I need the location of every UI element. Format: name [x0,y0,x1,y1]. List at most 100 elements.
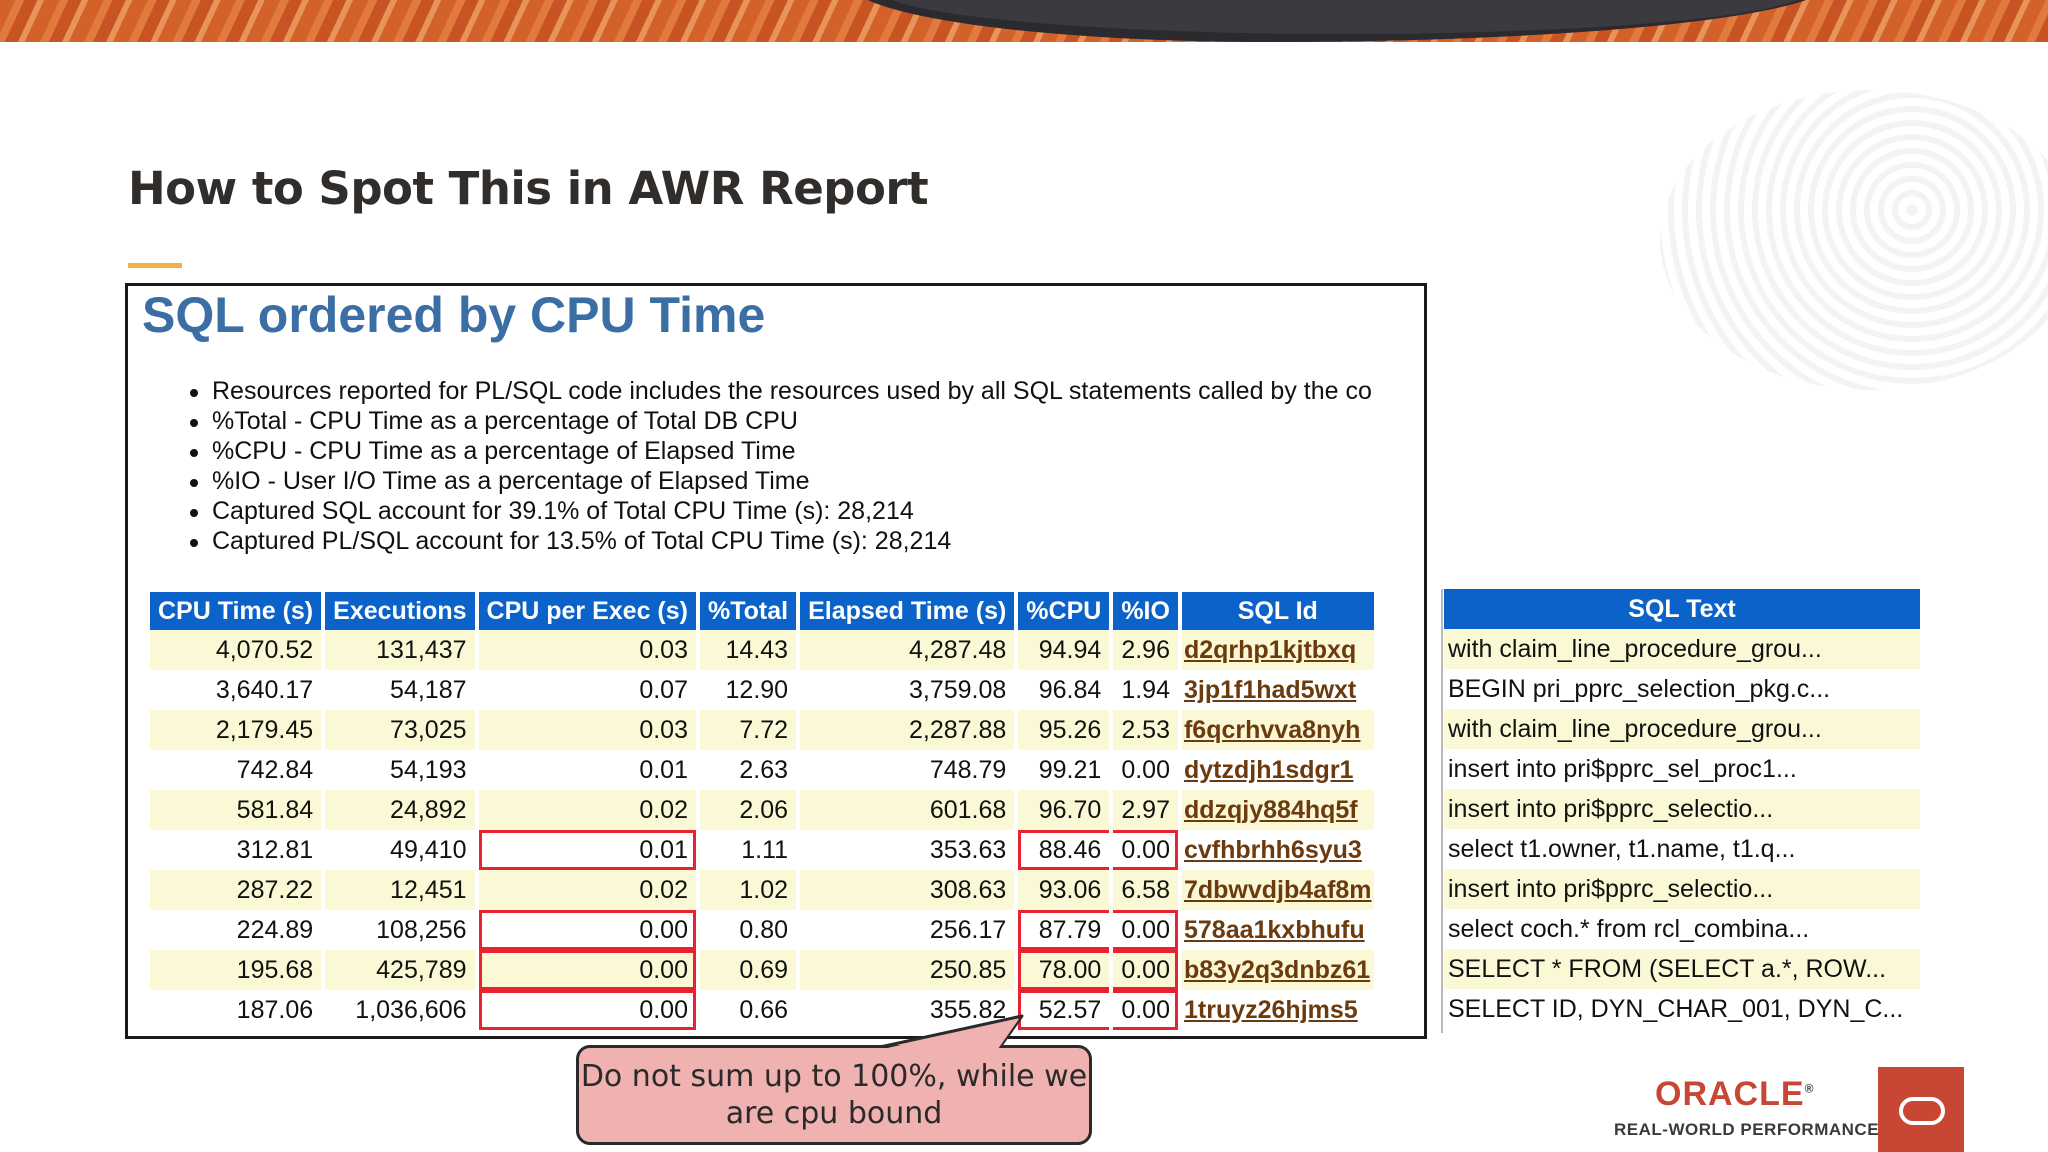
col-header-sql-text: SQL Text [1444,589,1920,629]
cell-cpu-time: 195.68 [150,950,322,990]
cell-sql-id: 3jp1f1had5wxt [1182,670,1374,710]
cell-sql-text: with claim_line_procedure_grou... [1444,709,1920,749]
sql-id-link[interactable]: f6qcrhvva8nyh [1184,716,1360,744]
cell-cpu-time: 581.84 [150,790,322,830]
cell-pct-total: 14.43 [699,630,797,670]
sql-id-link[interactable]: dytzdjh1sdgr1 [1184,756,1353,784]
cell-cpu-per-exec: 0.01 [478,830,696,870]
cell-cpu-time: 742.84 [236,755,314,784]
sql-text-table: SQL Text with claim_line_procedure_grou.… [1444,589,1920,1029]
sql-id-link[interactable]: d2qrhp1kjtbxq [1184,636,1356,664]
column-divider [1441,589,1443,1033]
cell-pct-total: 0.69 [699,950,797,990]
note-item: Captured PL/SQL account for 13.5% of Tot… [190,526,1372,556]
sql-id-link[interactable]: b83y2q3dnbz61 [1184,956,1370,984]
table-row: 4,070.52 131,437 0.03 14.43 4,287.48 94.94 2.9… [150,630,1374,670]
cell-cpu-time: 312.81 [236,835,314,864]
cell-sql-text: select coch.* from rcl_combina... [1448,914,1810,943]
cell-sql-text: with claim_line_procedure_grou... [1444,629,1920,669]
table-row: with claim_line_procedure_grou... [1444,709,1920,749]
cell-pct-io: 0.00 [1113,830,1178,870]
cell-elapsed-time: 748.79 [929,755,1007,784]
cell-executions: 12,451 [325,870,475,910]
cell-sql-text: insert into pri$pprc_selectio... [1444,789,1920,829]
sql-id-link[interactable]: 1truyz26hjms5 [1184,996,1358,1024]
cell-pct-cpu: 96.70 [1018,790,1110,830]
cell-pct-cpu: 87.79 [1018,910,1109,950]
col-header-elapsed-time: Elapsed Time (s) [800,592,1015,630]
table-row: 3,640.17 54,187 0.07 12.90 3,759.08 96.84 1.94… [150,670,1374,710]
note-item: Resources reported for PL/SQL code inclu… [190,377,1372,405]
cell-pct-total: 0.80 [739,915,789,944]
cell-cpu-time: 287.22 [150,870,322,910]
cell-sql-text: select t1.owner, t1.name, t1.q... [1448,834,1796,863]
cell-cpu-per-exec: 0.03 [478,710,696,750]
col-header-pct-total: %Total [699,592,797,630]
annotation-callout: Do not sum up to 100%, while we are cpu … [576,1045,1092,1145]
note-item: Captured SQL account for 39.1% of Total … [190,496,1372,526]
oracle-tagline: REAL-WORLD PERFORMANCE [1614,1120,1880,1139]
cell-executions: 425,789 [325,950,475,990]
table-header-row: CPU Time (s) Executions CPU per Exec (s)… [150,592,1374,630]
note-item: %IO - User I/O Time as a percentage of E… [190,466,1372,496]
cell-elapsed-time: 250.85 [800,950,1015,990]
col-header-executions: Executions [325,592,475,630]
cell-elapsed-time: 601.68 [800,790,1015,830]
sql-id-link[interactable]: 578aa1kxbhufu [1184,916,1365,944]
col-header-pct-io: %IO [1113,592,1178,630]
cell-elapsed-time: 256.17 [929,915,1007,944]
table-row: 287.22 12,451 0.02 1.02 308.63 93.06 6.58 7dbwv… [150,870,1374,910]
table-row: BEGIN pri_pprc_selection_pkg.c... [1444,669,1920,709]
cell-pct-total: 1.02 [699,870,797,910]
sql-id-link[interactable]: cvfhbrhh6syu3 [1184,836,1362,864]
cell-executions: 54,187 [390,675,467,704]
cell-sql-text: insert into pri$pprc_sel_proc1... [1448,754,1797,783]
cell-pct-io: 0.00 [1113,910,1178,950]
sql-id-link[interactable]: ddzqjy884hq5f [1184,796,1358,824]
table-row: select coch.* from rcl_combina... [1444,909,1920,949]
cell-sql-text: SELECT * FROM (SELECT a.*, ROW... [1444,949,1920,989]
col-header-pct-cpu: %CPU [1018,592,1110,630]
cell-cpu-per-exec: 0.02 [478,870,696,910]
note-item: %Total - CPU Time as a percentage of Tot… [190,406,1372,436]
table-row: insert into pri$pprc_selectio... [1444,789,1920,829]
cell-pct-io: 6.58 [1113,870,1178,910]
cell-executions: 108,256 [376,915,467,944]
cell-pct-cpu: 93.06 [1018,870,1110,910]
table-row: 312.81 49,410 0.01 1.11 353.63 88.46 0.00 cvfhb… [150,830,1374,870]
cell-pct-total: 12.90 [725,675,789,704]
cell-sql-id: d2qrhp1kjtbxq [1181,630,1374,670]
table-row: insert into pri$pprc_sel_proc1... [1444,749,1920,789]
cell-cpu-per-exec: 0.00 [478,910,696,950]
table-header-row: SQL Text [1444,589,1920,629]
cell-executions: 24,892 [325,790,475,830]
cell-cpu-time: 224.89 [236,915,314,944]
cell-elapsed-time: 353.63 [929,835,1007,864]
cell-pct-cpu: 99.21 [1038,755,1102,784]
cell-cpu-time: 2,179.45 [150,710,322,750]
table-row: 2,179.45 73,025 0.03 7.72 2,287.88 95.26 2.53 f… [150,710,1374,750]
table-row: SELECT ID, DYN_CHAR_001, DYN_C... [1444,989,1920,1029]
col-header-cpu-per-exec: CPU per Exec (s) [478,592,696,630]
background-swirl-pattern [1660,90,2048,390]
cell-pct-cpu: 52.57 [1018,990,1109,1030]
cell-executions: 49,410 [390,835,467,864]
col-header-cpu-time: CPU Time (s) [150,592,322,630]
table-row: select t1.owner, t1.name, t1.q... [1444,829,1920,869]
sql-id-link[interactable]: 7dbwvdjb4af8m [1184,876,1372,904]
table-row: 581.84 24,892 0.02 2.06 601.68 96.70 2.97 ddzqj… [150,790,1374,830]
cell-pct-total: 2.63 [739,755,789,784]
cell-pct-total: 7.72 [699,710,797,750]
cell-pct-total: 1.11 [741,835,789,864]
col-header-sql-id: SQL Id [1181,592,1374,630]
cell-sql-id: f6qcrhvva8nyh [1181,710,1374,750]
cell-executions: 1,036,606 [355,995,467,1024]
cell-cpu-per-exec: 0.00 [478,990,696,1030]
cell-sql-id: 578aa1kxbhufu [1182,910,1374,950]
sql-cpu-table: CPU Time (s) Executions CPU per Exec (s)… [146,592,1378,1030]
cell-sql-id: b83y2q3dnbz61 [1181,950,1374,990]
cell-sql-id: ddzqjy884hq5f [1181,790,1374,830]
cell-sql-id: cvfhbrhh6syu3 [1182,830,1374,870]
sql-id-link[interactable]: 3jp1f1had5wxt [1184,676,1356,704]
awr-report-screenshot: SQL ordered by CPU Time Resources report… [125,283,1427,1039]
